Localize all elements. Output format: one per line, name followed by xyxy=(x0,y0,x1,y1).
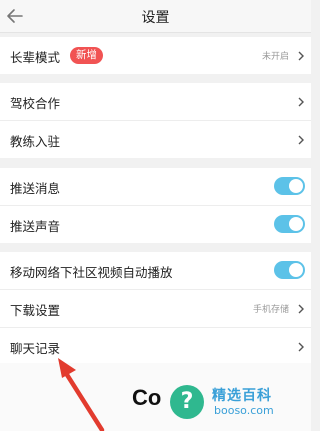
elder-mode-row[interactable]: 长辈模式 新增 未开启 xyxy=(0,37,311,74)
coach-join-row[interactable]: 教练入驻 xyxy=(0,121,311,158)
toggle-knob xyxy=(289,263,303,277)
chevron-right-icon xyxy=(298,97,304,107)
watermark-url: booso.com xyxy=(214,404,274,417)
driving-school-row[interactable]: 驾校合作 xyxy=(0,83,311,121)
chat-history-row[interactable]: 聊天记录 xyxy=(0,328,311,363)
group-elder-mode: 长辈模式 新增 未开启 xyxy=(0,37,311,74)
chevron-right-icon xyxy=(298,51,304,61)
chevron-right-icon xyxy=(298,135,304,145)
question-mark-icon: ? xyxy=(170,385,204,419)
push-message-label: 推送消息 xyxy=(10,181,61,196)
page-title: 设置 xyxy=(141,10,170,26)
autoplay-row: 移动网络下社区视频自动播放 xyxy=(0,252,311,290)
top-bar: 设置 xyxy=(0,0,311,33)
toggle-knob xyxy=(289,179,303,193)
watermark-title: 精选百科 xyxy=(212,388,272,404)
elder-mode-status: 未开启 xyxy=(261,52,289,62)
red-arrow-annotation xyxy=(58,358,105,431)
push-sound-toggle[interactable] xyxy=(274,215,305,233)
watermark-logo: ? 精选百科 booso.com xyxy=(168,383,308,423)
download-settings-row[interactable]: 下载设置 手机存储 xyxy=(0,290,311,328)
download-settings-label: 下载设置 xyxy=(10,303,61,318)
push-sound-row: 推送声音 xyxy=(0,206,311,243)
chevron-right-icon xyxy=(298,304,304,314)
group-partnership: 驾校合作 教练入驻 xyxy=(0,83,311,158)
push-sound-label: 推送声音 xyxy=(10,219,61,234)
autoplay-toggle[interactable] xyxy=(274,261,305,279)
elder-mode-label: 长辈模式 xyxy=(10,50,61,65)
toggle-knob xyxy=(289,217,303,231)
coach-join-label: 教练入驻 xyxy=(10,134,61,149)
autoplay-label: 移动网络下社区视频自动播放 xyxy=(10,265,173,280)
new-badge: 新增 xyxy=(70,47,103,64)
group-misc: 移动网络下社区视频自动播放 下载设置 手机存储 聊天记录 xyxy=(0,252,311,363)
push-message-row: 推送消息 xyxy=(0,168,311,206)
push-message-toggle[interactable] xyxy=(274,177,305,195)
partial-text: Co xyxy=(132,385,162,410)
group-push: 推送消息 推送声音 xyxy=(0,168,311,243)
driving-school-label: 驾校合作 xyxy=(10,96,61,111)
download-location-value: 手机存储 xyxy=(252,305,289,315)
chevron-right-icon xyxy=(298,342,304,352)
